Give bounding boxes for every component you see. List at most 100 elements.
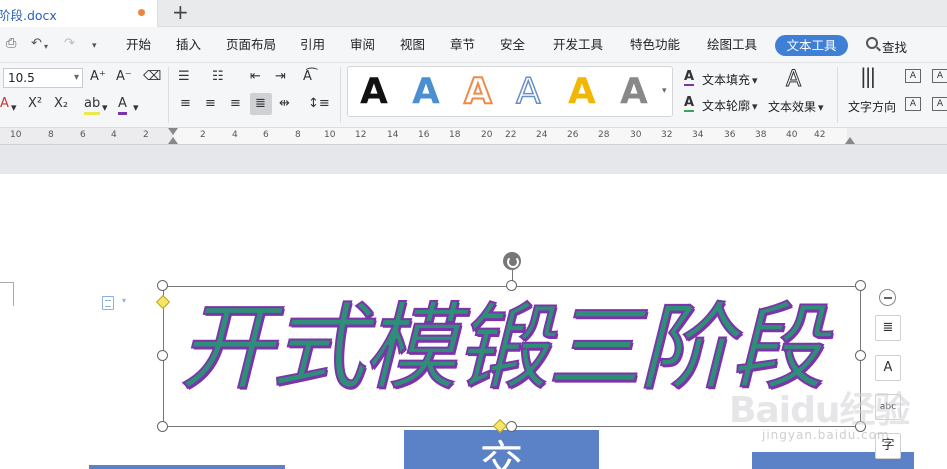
rotate-handle-icon[interactable] — [503, 252, 521, 270]
style-gold[interactable]: A — [568, 71, 596, 113]
menu-page-layout[interactable]: 页面布局 — [226, 37, 276, 53]
increase-indent-icon[interactable]: ⇥ — [275, 69, 286, 85]
resize-handle-n[interactable] — [506, 280, 517, 291]
menu-text-tools[interactable]: 文本工具 — [775, 35, 848, 56]
font-color-dropdown-icon[interactable]: ▾ — [11, 100, 17, 116]
text-style-icon[interactable]: A — [875, 355, 901, 381]
text-direction-button[interactable]: 文字方向 — [848, 98, 896, 115]
text-outline-button[interactable]: 文本轮廓 — [702, 97, 750, 114]
ruler-number: 14 — [387, 130, 399, 140]
customize-toolbar-icon[interactable]: ▾ — [92, 39, 97, 53]
text-box-icon[interactable]: A — [905, 69, 921, 83]
separator — [340, 67, 341, 123]
menu-special-features[interactable]: 特色功能 — [630, 37, 680, 53]
bullet-list-icon[interactable]: ☰ — [178, 69, 190, 85]
collapse-toolbar-button[interactable] — [879, 289, 896, 306]
menu-security[interactable]: 安全 — [500, 37, 525, 53]
menu-references[interactable]: 引用 — [300, 37, 325, 53]
menu-review[interactable]: 审阅 — [350, 37, 375, 53]
redo-icon[interactable]: ↷ — [64, 37, 75, 51]
numbered-list-icon[interactable]: ☷ — [212, 69, 224, 85]
menu-drawing-tools[interactable]: 绘图工具 — [707, 37, 757, 53]
ruler-number: 18 — [449, 130, 461, 140]
decrease-indent-icon[interactable]: ⇤ — [250, 69, 261, 85]
resize-handle-sw[interactable] — [157, 421, 168, 432]
text-fill-dropdown-icon[interactable]: ▾ — [752, 73, 758, 89]
style-orange-outline[interactable]: A — [463, 70, 493, 113]
document-tab-title: 阶段.docx — [0, 8, 57, 23]
first-line-indent-marker[interactable] — [168, 128, 178, 135]
ruler-number: 22 — [505, 130, 517, 140]
menu-chapter[interactable]: 章节 — [450, 37, 475, 53]
separator — [168, 67, 169, 123]
undo-dropdown-icon[interactable]: ▾ — [44, 40, 48, 54]
text-outline-icon[interactable]: A — [684, 96, 695, 112]
paragraph-layout-icon[interactable] — [102, 296, 114, 310]
style-gray[interactable]: A — [620, 71, 648, 113]
search-icon[interactable] — [866, 37, 878, 49]
search-label[interactable]: 查找 — [882, 37, 907, 56]
horizontal-ruler[interactable]: 10 8 6 4 2 2 4 6 8 10 12 14 16 18 20 22 … — [0, 128, 947, 145]
text-direction-icon[interactable]: ||| — [860, 66, 876, 86]
text-box-2-icon[interactable]: A — [932, 69, 947, 83]
style-blue-outline[interactable]: A — [515, 70, 541, 113]
text-color-dropdown-icon[interactable]: ▾ — [133, 100, 139, 116]
align-center-icon[interactable]: ≡ — [205, 96, 216, 112]
shrink-font-button[interactable]: A⁻ — [116, 69, 132, 85]
clear-format-icon[interactable]: ⌫ — [143, 69, 161, 85]
style-black[interactable]: A — [360, 71, 388, 113]
text-fill-icon[interactable]: A — [684, 70, 695, 86]
right-indent-marker[interactable] — [845, 137, 855, 144]
resize-handle-s[interactable] — [506, 421, 517, 432]
menu-bar: ⎙ ↶ ▾ ↷ ▾ 开始 插入 页面布局 引用 审阅 视图 章节 安全 开发工具… — [0, 27, 947, 63]
text-effect-dropdown-icon[interactable]: ▾ — [818, 100, 824, 116]
ruler-number: 38 — [755, 130, 767, 140]
separator — [837, 67, 838, 123]
menu-insert[interactable]: 插入 — [176, 37, 201, 53]
paragraph-layout-dropdown-icon[interactable]: ▾ — [122, 296, 126, 305]
undo-icon[interactable]: ↶ — [31, 37, 42, 51]
print-preview-icon[interactable]: ⎙ — [6, 37, 16, 51]
gallery-more-icon[interactable]: ▾ — [662, 86, 667, 96]
text-outline-dropdown-icon[interactable]: ▾ — [752, 99, 758, 115]
resize-handle-nw[interactable] — [157, 280, 168, 291]
resize-handle-ne[interactable] — [855, 280, 866, 291]
text-direction-a-icon[interactable]: A͡ — [303, 69, 312, 85]
tab-bar: 阶段.docx + — [0, 0, 947, 27]
new-tab-button[interactable]: + — [172, 1, 189, 23]
distributed-align-icon[interactable]: ⇹ — [279, 96, 290, 112]
style-blue[interactable]: A — [412, 71, 440, 113]
menu-developer[interactable]: 开发工具 — [553, 37, 603, 53]
ruler-number: 8 — [48, 130, 54, 140]
resize-handle-e[interactable] — [855, 350, 866, 361]
ruler-number: 28 — [598, 130, 610, 140]
superscript-button[interactable]: X² — [28, 96, 42, 112]
text-effect-icon[interactable]: A — [785, 67, 801, 93]
hanging-indent-marker[interactable] — [168, 137, 178, 144]
layout-options-icon[interactable]: ≣ — [875, 315, 901, 341]
ruler-number: 36 — [724, 130, 736, 140]
highlight-icon[interactable]: ab — [84, 96, 101, 115]
align-right-icon[interactable]: ≡ — [230, 96, 241, 112]
blue-shape-left[interactable] — [89, 465, 285, 469]
ruler-number: 10 — [324, 130, 336, 140]
font-color-a-icon[interactable]: A — [0, 96, 9, 112]
text-color-icon[interactable]: A — [118, 96, 127, 115]
menu-view[interactable]: 视图 — [400, 37, 425, 53]
grow-font-button[interactable]: A⁺ — [90, 69, 106, 85]
align-left-icon[interactable]: ≡ — [180, 96, 191, 112]
text-fill-button[interactable]: 文本填充 — [702, 71, 750, 88]
text-box-3-icon[interactable]: A — [905, 97, 921, 111]
ruler-number: 6 — [263, 130, 269, 140]
document-tab[interactable]: 阶段.docx — [0, 0, 158, 27]
text-box-4-icon[interactable]: A — [932, 97, 947, 111]
line-spacing-icon[interactable]: ↕≡ — [308, 96, 330, 112]
unsaved-dot-icon — [138, 9, 145, 16]
resize-handle-w[interactable] — [157, 350, 168, 361]
menu-home[interactable]: 开始 — [126, 37, 151, 53]
highlight-dropdown-icon[interactable]: ▾ — [102, 100, 108, 116]
text-effect-button[interactable]: 文本效果 — [768, 98, 816, 115]
font-size-select[interactable]: 10.5 — [3, 68, 83, 88]
subscript-button[interactable]: X₂ — [54, 96, 68, 112]
ruler-number: 26 — [567, 130, 579, 140]
